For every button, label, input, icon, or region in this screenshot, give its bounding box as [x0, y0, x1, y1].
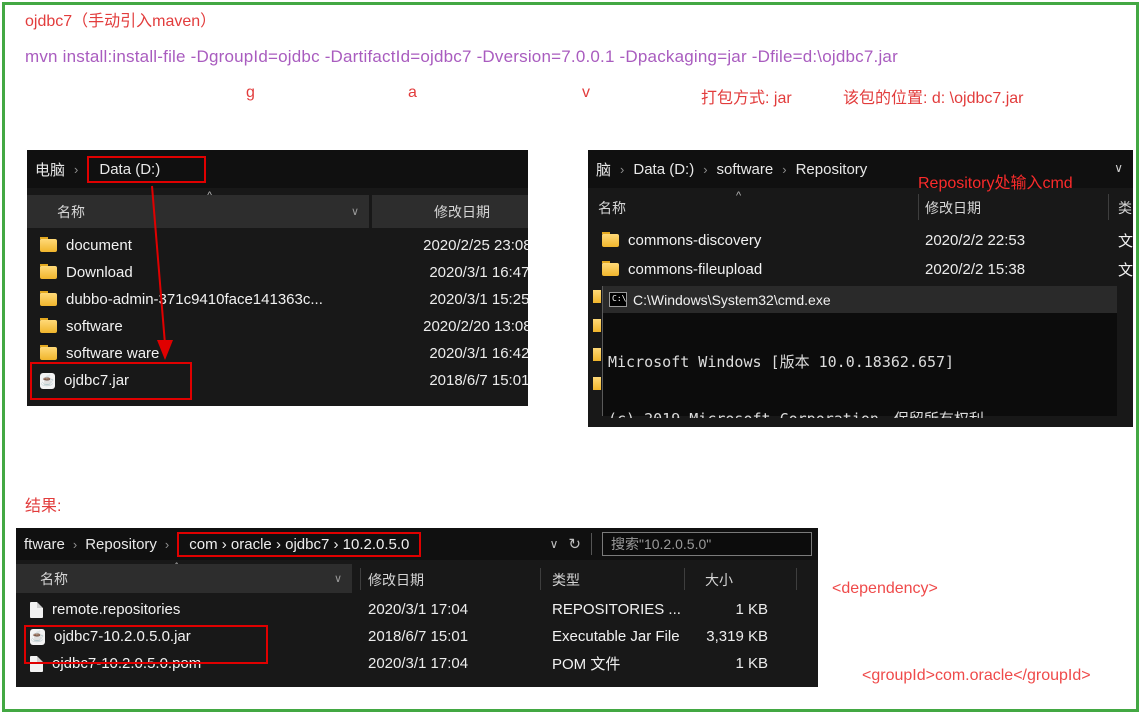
file-row[interactable]: remote.repositories 2020/3/1 17:04 REPOS…	[16, 596, 818, 623]
file-row[interactable]: software 2020/2/20 13:08	[27, 313, 528, 340]
address-bar: 电脑 › Data (D:)	[27, 150, 528, 188]
column-header-name[interactable]: 名称 ∨	[16, 564, 352, 593]
page-title: ojdbc7（手动引入maven）	[25, 7, 216, 31]
cmd-line: Microsoft Windows [版本 10.0.18362.657]	[608, 353, 1117, 372]
breadcrumb-item[interactable]: Data (D:)	[633, 161, 694, 178]
xml-line: <dependency>	[832, 574, 1133, 603]
breadcrumb-item[interactable]: 脑	[596, 159, 611, 180]
chevron-down-icon[interactable]: ∨	[550, 537, 559, 551]
breadcrumb-separator-icon: ›	[165, 537, 169, 552]
file-row[interactable]: commons-discovery 2020/2/2 22:53 文	[588, 226, 1133, 255]
folder-icon	[593, 348, 601, 361]
column-divider	[796, 568, 797, 590]
breadcrumb-item[interactable]: Repository	[796, 161, 868, 178]
folder-icon	[593, 377, 601, 390]
file-icon	[30, 602, 43, 618]
chevron-down-icon[interactable]: ∨	[1114, 161, 1123, 175]
annotation-repository-cmd: Repository处输入cmd	[918, 169, 1073, 193]
annotation-arrow	[145, 184, 185, 369]
column-header-date[interactable]: 修改日期	[372, 195, 528, 228]
sort-ascending-icon: ^	[736, 191, 741, 201]
annotation-packaging: 打包方式: jar	[701, 84, 792, 108]
column-divider	[540, 568, 541, 590]
folder-icon	[40, 239, 57, 252]
file-list: commons-discovery 2020/2/2 22:53 文 commo…	[588, 226, 1133, 284]
cmd-title-bar: C:\Windows\System32\cmd.exe	[603, 286, 1117, 313]
refresh-icon[interactable]: ↻	[568, 535, 581, 553]
column-headers: 名称 ∨ 修改日期	[27, 195, 528, 228]
breadcrumb-separator-icon: ›	[620, 162, 624, 177]
file-explorer-left: 电脑 › Data (D:) ^ 名称 ∨ 修改日期 document 2020…	[27, 150, 528, 406]
file-row[interactable]: commons-fileupload 2020/2/2 15:38 文	[588, 255, 1133, 284]
breadcrumb-separator-icon: ›	[74, 162, 78, 177]
breadcrumb-root[interactable]: 电脑	[35, 159, 65, 180]
page: ojdbc7（手动引入maven） mvn install:install-fi…	[0, 0, 1141, 714]
column-header-date[interactable]: 修改日期	[368, 570, 424, 590]
file-explorer-bottom: ftware › Repository › com › oracle › ojd…	[16, 528, 818, 687]
folder-icon	[40, 347, 57, 360]
folder-icon	[602, 263, 619, 276]
file-row[interactable]: Download 2020/3/1 16:47	[27, 259, 528, 286]
xml-line: <groupId>com.oracle</groupId>	[832, 661, 1133, 690]
folder-icon	[593, 319, 601, 332]
file-explorer-right: 脑 › Data (D:) › software › Repository ∨ …	[588, 150, 1133, 427]
annotation-v: v	[582, 84, 590, 102]
column-divider	[360, 568, 361, 590]
filter-chevron-icon[interactable]: ∨	[351, 205, 359, 218]
column-header-size[interactable]: 大小	[705, 570, 733, 590]
column-header-date[interactable]: 修改日期	[925, 198, 981, 218]
cmd-icon	[610, 293, 626, 306]
filter-chevron-icon[interactable]: ∨	[334, 572, 342, 585]
breadcrumb-item[interactable]: Repository	[85, 536, 157, 553]
breadcrumb-separator-icon: ›	[782, 162, 786, 177]
column-header-type[interactable]: 类型	[552, 570, 580, 590]
toolbar-divider	[591, 533, 592, 555]
column-header-name[interactable]: 名称	[598, 198, 626, 218]
column-divider	[1108, 194, 1109, 220]
cmd-window-title: C:\Windows\System32\cmd.exe	[633, 292, 831, 308]
column-header-type[interactable]: 类	[1118, 198, 1132, 218]
cmd-output: Microsoft Windows [版本 10.0.18362.657] (c…	[603, 313, 1117, 418]
address-bar: ftware › Repository › com › oracle › ojd…	[16, 528, 818, 560]
breadcrumb-item[interactable]: software	[717, 161, 774, 178]
folder-icon	[40, 266, 57, 279]
search-input[interactable]	[602, 532, 812, 556]
breadcrumb-separator-icon: ›	[73, 537, 77, 552]
maven-command-text: mvn install:install-file -DgroupId=ojdbc…	[25, 47, 898, 67]
folder-icon	[40, 293, 57, 306]
column-divider	[684, 568, 685, 590]
maven-dependency-snippet: <dependency> <groupId>com.oracle</groupI…	[832, 516, 1133, 714]
cmd-window: C:\Windows\System32\cmd.exe Microsoft Wi…	[602, 286, 1117, 416]
breadcrumb-separator-icon: ›	[703, 162, 707, 177]
breadcrumb-current-highlighted[interactable]: Data (D:)	[87, 156, 206, 183]
column-header-name[interactable]: 名称 ∨	[27, 195, 369, 228]
annotation-a: a	[408, 84, 417, 102]
annotation-g: g	[246, 84, 255, 102]
breadcrumb-item[interactable]: ftware	[24, 536, 65, 553]
file-row[interactable]: document 2020/2/25 23:08	[27, 232, 528, 259]
folder-icon	[593, 290, 601, 303]
file-row[interactable]: dubbo-admin-371c9410face141363c... 2020/…	[27, 286, 528, 313]
result-label: 结果:	[25, 492, 61, 516]
folder-icon	[40, 320, 57, 333]
folder-icon	[602, 234, 619, 247]
highlight-box-ojdbc7-jar	[24, 625, 268, 664]
breadcrumb-path-highlighted[interactable]: com › oracle › ojdbc7 › 10.2.0.5.0	[177, 532, 421, 557]
column-divider	[918, 194, 919, 220]
annotation-file-location: 该包的位置: d: \ojdbc7.jar	[843, 84, 1024, 108]
cmd-line: (c) 2019 Microsoft Corporation。保留所有权利。	[608, 410, 1117, 418]
